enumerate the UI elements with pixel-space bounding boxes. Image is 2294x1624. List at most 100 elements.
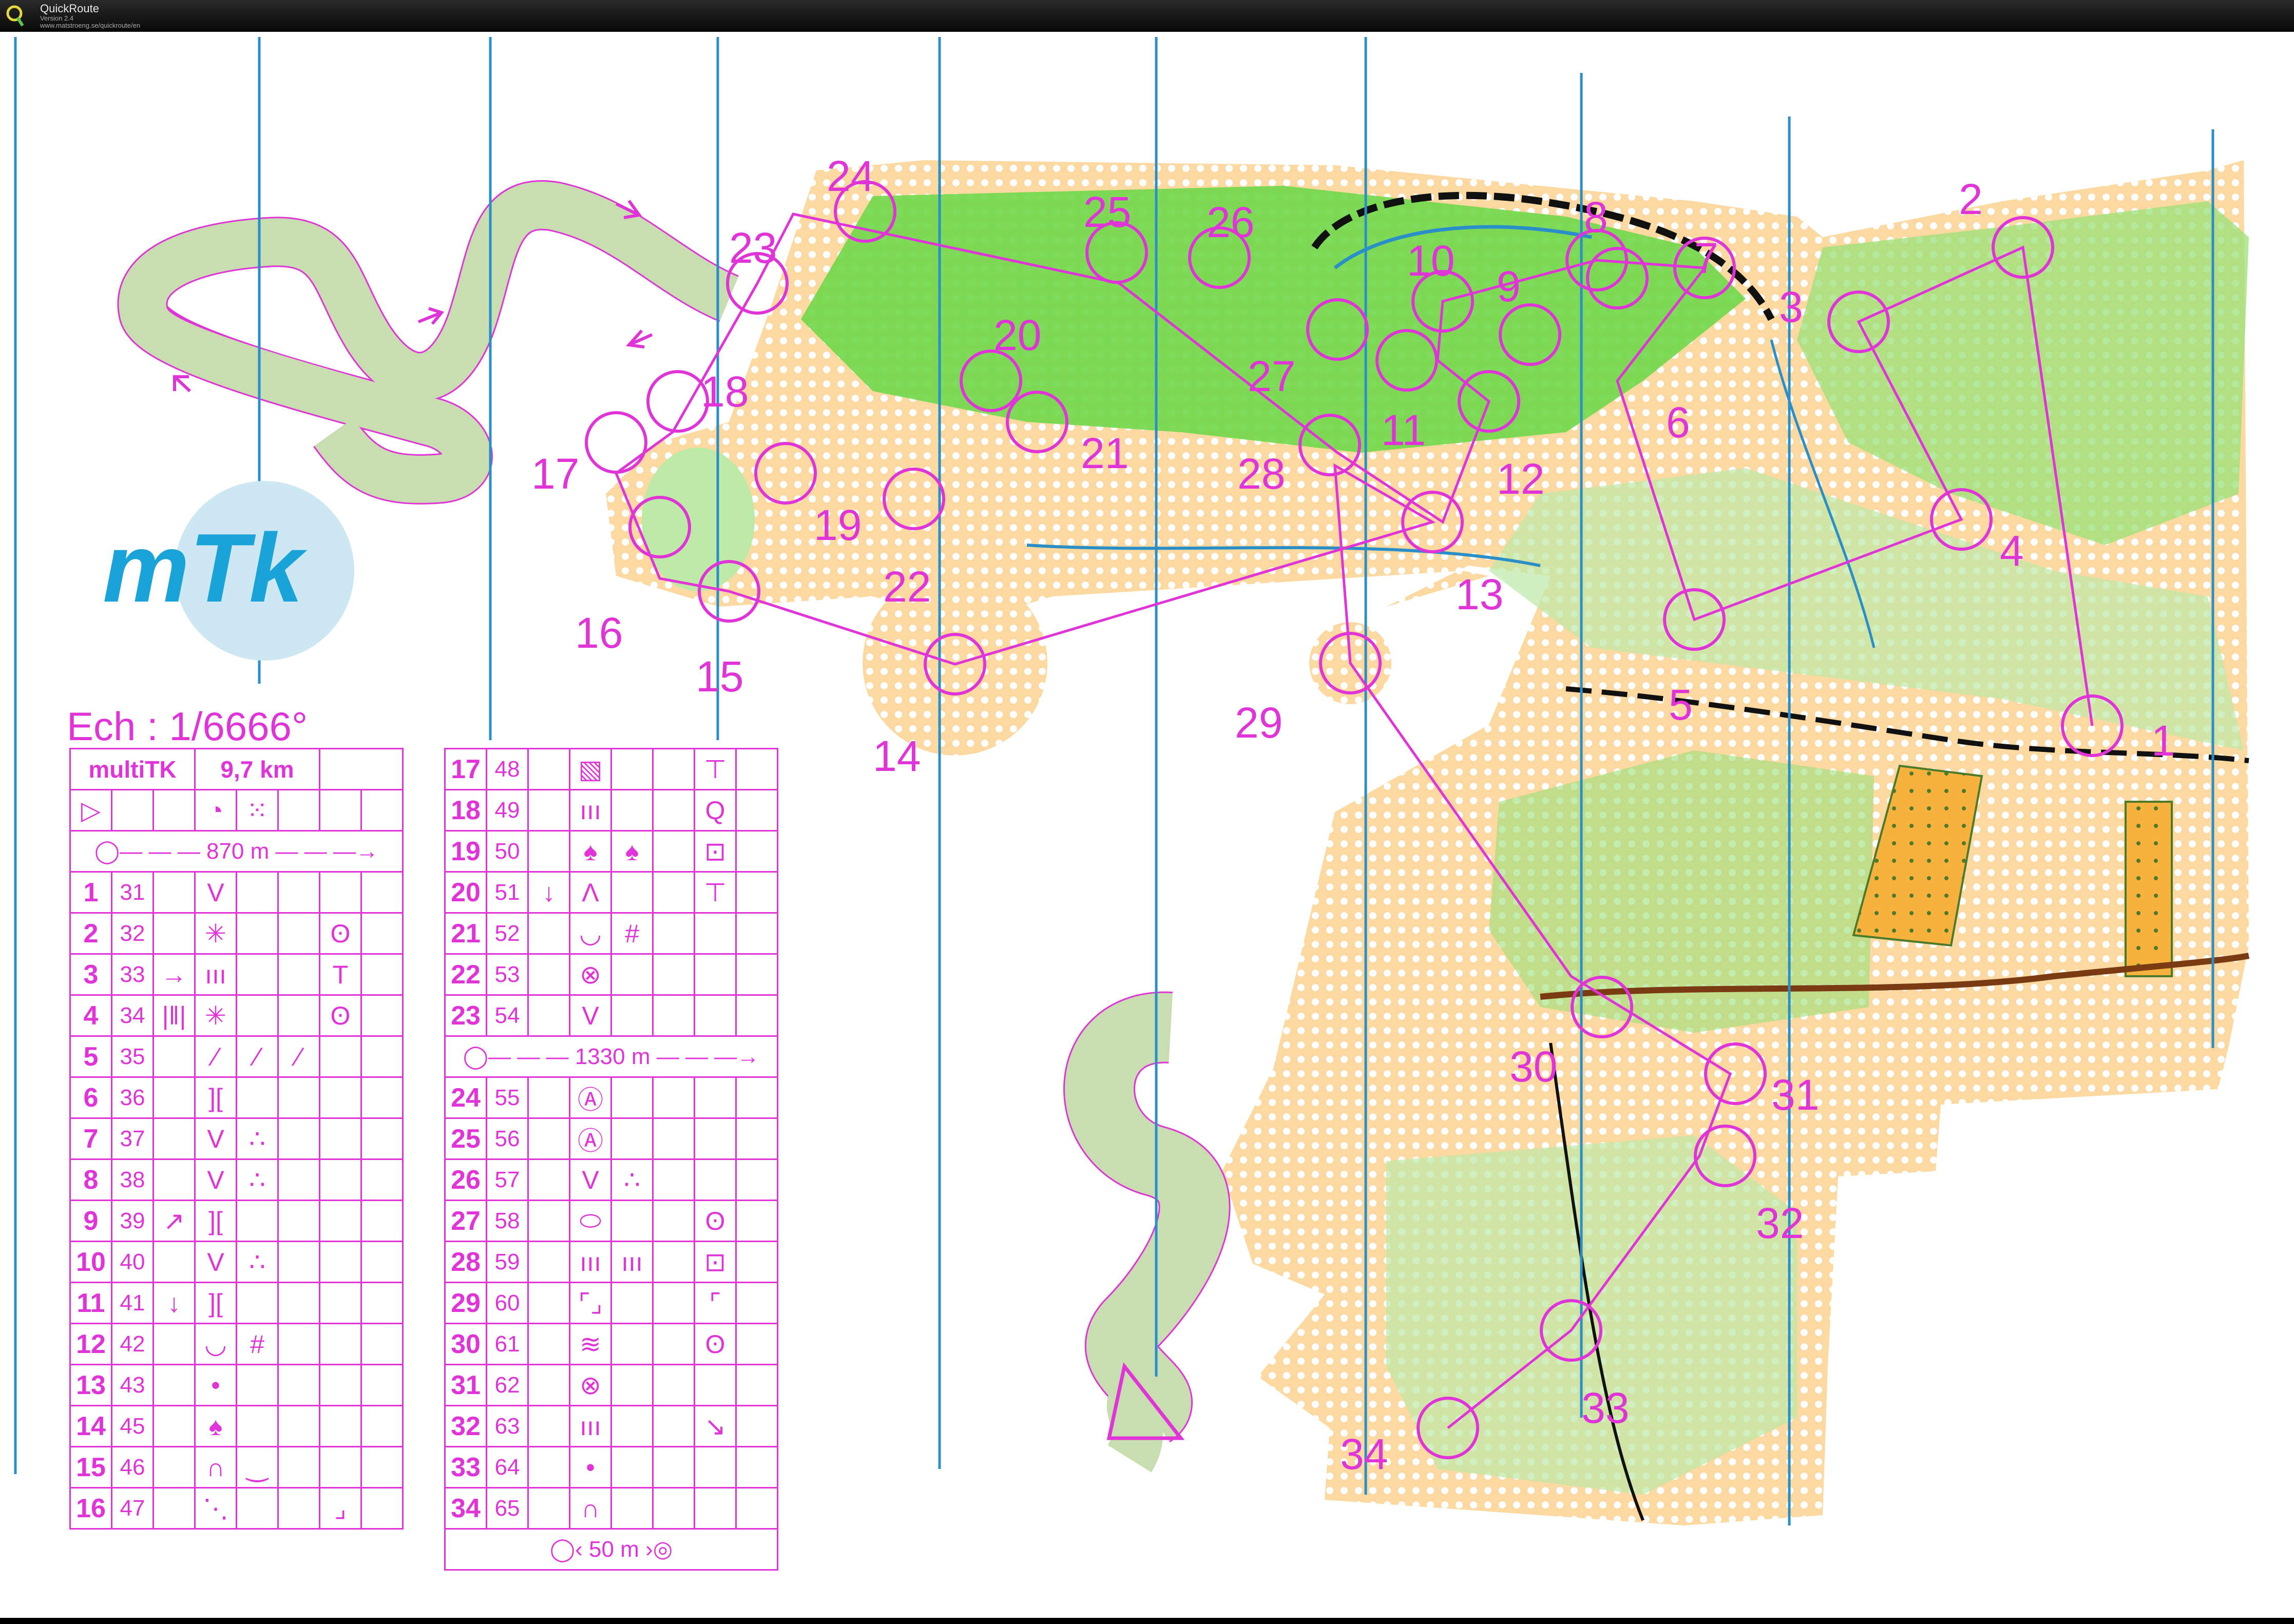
course-length: 9,7 km — [194, 748, 320, 790]
column-c-cell — [152, 1158, 196, 1201]
column-e-cell: ♠ — [610, 830, 654, 873]
column-g-cell: ⊡ — [694, 830, 737, 873]
control-number: 1 — [2151, 717, 2175, 765]
control-number: 9 — [1497, 262, 1521, 311]
column-c-cell — [527, 953, 570, 996]
control-row: 34 65 ∩ — [444, 1487, 778, 1530]
column-d-cell: ✳ — [194, 912, 237, 955]
control-row: 7 37 V ∴ — [69, 1117, 404, 1160]
control-code-cell: 45 — [111, 1405, 154, 1447]
control-number: 23 — [729, 224, 777, 272]
control-number: 34 — [1340, 1430, 1388, 1478]
control-number-cell: 22 — [444, 953, 487, 996]
control-row: 12 42 ◡ # — [69, 1323, 404, 1365]
control-number: 10 — [1407, 237, 1455, 285]
control-row: 3 33 → ııı T — [69, 953, 404, 996]
mid-leg-distance: 1330 m — [575, 1044, 651, 1069]
column-d-cell: • — [569, 1446, 612, 1488]
column-e-cell — [610, 1446, 654, 1488]
control-number-cell: 26 — [444, 1158, 487, 1201]
control-row: 29 60 ⌜⌟ ⌜ — [444, 1282, 778, 1324]
control-code-cell: 38 — [111, 1158, 154, 1201]
column-c-cell — [527, 912, 570, 955]
control-number-cell: 9 — [69, 1200, 112, 1242]
column-g-cell — [694, 1117, 737, 1160]
column-e-cell — [610, 953, 654, 996]
column-g-cell: ⊡ — [694, 1241, 737, 1283]
column-f-cell — [652, 789, 695, 832]
leg-arrow-icon: — — —→ — [275, 839, 378, 864]
column-d-cell: V — [569, 994, 612, 1037]
column-f-cell — [652, 830, 695, 873]
column-g-cell — [319, 1282, 362, 1324]
control-number: 14 — [873, 732, 921, 780]
control-number-cell: 5 — [69, 1035, 112, 1078]
column-g-cell: ʘ — [319, 994, 362, 1037]
column-f-cell — [652, 748, 695, 790]
control-number: 13 — [1456, 570, 1503, 618]
control-row: 22 53 ⊗ — [444, 953, 778, 996]
column-c-cell — [527, 1487, 570, 1530]
control-code-cell: 37 — [111, 1117, 154, 1160]
control-code-cell: 32 — [111, 912, 154, 955]
column-c-cell: ↓ — [527, 871, 570, 914]
control-row: 25 56 Ⓐ — [444, 1117, 778, 1160]
right-rows-a: 17 48 ▧ ⊤ 18 49 ııı Q 19 50 ♠ ♠ ⊡ 20 51 ↓ Λ ⊤ 21 52 ◡ #22 53 ⊗ 2… — [444, 748, 778, 1037]
mtk-logo: mTk — [103, 481, 354, 661]
control-number-cell: 33 — [444, 1446, 487, 1488]
right-rows-b: 24 55 Ⓐ 25 56 Ⓐ 26 57 V ∴ 27 58 ⬭ ʘ 28 59 ııı ııı ⊡ 29 60 ⌜⌟ ⌜… — [444, 1076, 778, 1530]
column-h-cell — [735, 830, 778, 873]
column-d-cell: ][ — [194, 1200, 237, 1242]
column-h-cell — [735, 953, 778, 996]
terrain-north — [606, 160, 2250, 1525]
control-number: 19 — [814, 501, 862, 549]
control-number: 28 — [1237, 450, 1285, 498]
column-d-cell: V — [194, 1241, 237, 1283]
column-e-cell — [236, 1200, 279, 1242]
column-e-cell — [236, 871, 279, 914]
control-row: 30 61 ≋ ʘ — [444, 1323, 778, 1365]
column-c-cell — [527, 1241, 570, 1283]
control-number-cell: 29 — [444, 1282, 487, 1324]
control-number: 7 — [1694, 234, 1718, 282]
control-number-cell: 11 — [69, 1282, 112, 1324]
map-canvas[interactable]: mTk 1 2 3 4 5 6 7 8 9 10 11 12 13 14 15 … — [0, 32, 2294, 1618]
column-f-cell — [277, 1323, 320, 1365]
column-d-cell: Ⓐ — [569, 1076, 612, 1119]
column-h-cell — [360, 1200, 404, 1242]
column-c-cell: |ǁ| — [152, 994, 196, 1037]
column-c-cell — [527, 994, 570, 1037]
column-d-cell: ▧ — [569, 748, 612, 790]
column-g-cell: ʘ — [694, 1323, 737, 1365]
column-f-cell — [652, 1117, 695, 1160]
column-c-cell — [527, 1117, 570, 1160]
column-e-cell — [610, 1323, 654, 1365]
control-code-cell: 63 — [486, 1405, 529, 1447]
control-number-cell: 16 — [69, 1487, 112, 1530]
control-row: 33 64 • — [444, 1446, 778, 1488]
column-e-cell — [236, 1364, 279, 1406]
column-e-cell — [236, 994, 279, 1037]
column-h-cell — [735, 1364, 778, 1406]
column-e-cell: # — [236, 1323, 279, 1365]
column-g-cell: Q — [694, 789, 737, 832]
column-f-cell — [652, 1487, 695, 1530]
column-h-cell — [735, 1323, 778, 1365]
column-h-cell — [360, 994, 404, 1037]
column-f-cell — [277, 1076, 320, 1119]
control-number: 24 — [827, 152, 874, 200]
column-g-cell — [694, 912, 737, 955]
control-code-cell: 47 — [111, 1487, 154, 1530]
column-f-cell — [277, 1405, 320, 1447]
column-c-cell: ↗ — [152, 1200, 196, 1242]
column-f-cell — [652, 1405, 695, 1447]
column-h-cell — [735, 1405, 778, 1447]
control-number-cell: 8 — [69, 1158, 112, 1201]
control-code-cell: 50 — [486, 830, 529, 873]
finish-leg-row: ◯‹ 50 m ›◎ — [444, 1528, 778, 1571]
column-g-cell — [319, 1241, 362, 1283]
column-e-cell — [610, 1117, 654, 1160]
column-f-cell — [652, 1158, 695, 1201]
column-d-cell: • — [194, 1364, 237, 1406]
app-version: Version 2.4 — [40, 14, 74, 22]
